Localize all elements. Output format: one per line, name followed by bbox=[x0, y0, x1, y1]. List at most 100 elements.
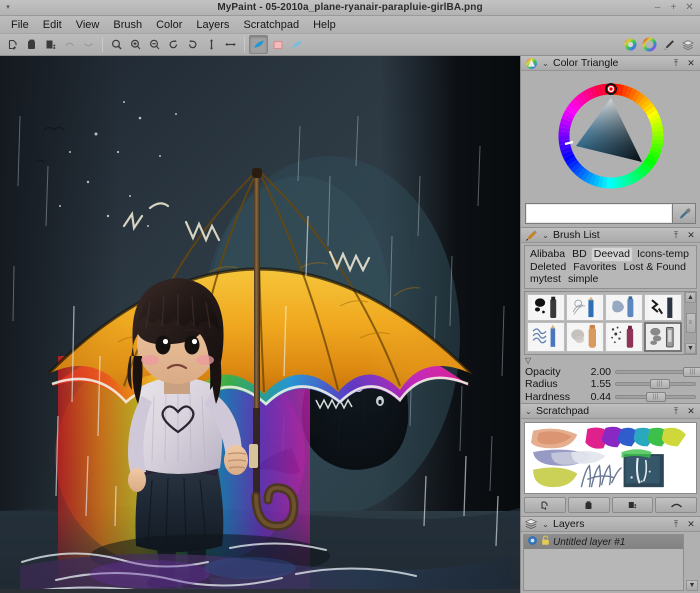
mirror-vertical-icon[interactable] bbox=[202, 35, 221, 54]
collapse-caret-icon[interactable]: ⌄ bbox=[524, 407, 533, 416]
slider-opacity[interactable]: Opacity2.00||| bbox=[521, 366, 700, 379]
close-panel-icon[interactable]: ✕ bbox=[685, 406, 697, 417]
brush-category-list[interactable]: Alibaba BD Deevad Icons-temp Deleted Fav… bbox=[524, 245, 697, 289]
color-triangle-svg[interactable] bbox=[552, 77, 670, 195]
eyedropper-icon[interactable] bbox=[672, 203, 696, 224]
redo-icon[interactable] bbox=[79, 35, 98, 54]
blend-eraser-icon[interactable] bbox=[268, 35, 287, 54]
scratchpad-save-button[interactable] bbox=[568, 497, 610, 513]
scratchpad-load-button[interactable] bbox=[524, 497, 566, 513]
color-wheel-widget[interactable] bbox=[521, 71, 700, 201]
layer-list[interactable]: Untitled layer #1 bbox=[523, 534, 684, 591]
float-panel-icon[interactable]: ⤒ bbox=[670, 230, 682, 241]
open-document-icon[interactable] bbox=[22, 35, 41, 54]
artwork-canvas[interactable] bbox=[0, 56, 520, 589]
brush-category-favorites[interactable]: Favorites bbox=[571, 261, 618, 274]
charcoal-brush[interactable] bbox=[644, 294, 682, 322]
layer-row[interactable]: Untitled layer #1 bbox=[524, 535, 683, 549]
float-panel-icon[interactable]: ⤒ bbox=[670, 519, 682, 530]
collapse-caret-icon[interactable]: ⌄ bbox=[541, 231, 550, 240]
smudge-brush[interactable] bbox=[566, 322, 604, 352]
brush-list-header[interactable]: ⌄ Brush List ⤒ ✕ bbox=[521, 228, 700, 243]
brush-category-simple[interactable]: simple bbox=[566, 273, 600, 286]
scroll-up-icon[interactable]: ▲ bbox=[685, 292, 696, 303]
minimize-button[interactable]: – bbox=[653, 0, 662, 16]
float-panel-icon[interactable]: ⤒ bbox=[670, 406, 682, 417]
brush-scrollbar[interactable]: ▲ ≡ ▼ bbox=[684, 292, 696, 354]
brush-grid[interactable] bbox=[525, 292, 684, 354]
color-triangle-header[interactable]: ⌄ Color Triangle ⤒ ✕ bbox=[521, 56, 700, 71]
menu-layers[interactable]: Layers bbox=[189, 16, 236, 34]
blend-normal-icon[interactable] bbox=[249, 35, 268, 54]
zoom-in-icon[interactable] bbox=[126, 35, 145, 54]
brush-category-bd[interactable]: BD bbox=[570, 248, 589, 261]
layer-lock-icon[interactable] bbox=[541, 535, 550, 549]
slider-track-wrap[interactable]: ||| bbox=[615, 379, 696, 389]
soft-charcoal-brush[interactable] bbox=[644, 322, 682, 352]
brush-category-lost-found[interactable]: Lost & Found bbox=[622, 261, 688, 274]
mirror-horizontal-icon[interactable] bbox=[221, 35, 240, 54]
brush-category-mytest[interactable]: mytest bbox=[528, 273, 563, 286]
color-wheel-icon[interactable] bbox=[621, 35, 640, 54]
color-ring-icon[interactable] bbox=[640, 35, 659, 54]
layer-visibility-icon[interactable] bbox=[527, 535, 538, 549]
brush-settings-icon[interactable] bbox=[659, 35, 678, 54]
slider-thumb[interactable]: ||| bbox=[646, 392, 666, 402]
new-document-icon[interactable] bbox=[3, 35, 22, 54]
layers-scrollbar[interactable]: ▼ bbox=[686, 534, 698, 591]
scrollbar-track[interactable]: ≡ bbox=[685, 303, 696, 343]
current-color-swatch[interactable] bbox=[525, 203, 673, 224]
scratchpad-canvas[interactable] bbox=[524, 422, 697, 494]
pencil-sketch-brush[interactable] bbox=[566, 294, 604, 322]
menu-scratchpad[interactable]: Scratchpad bbox=[236, 16, 306, 34]
collapse-caret-icon[interactable]: ⌄ bbox=[541, 520, 550, 529]
zoom-out-icon[interactable] bbox=[145, 35, 164, 54]
rotate-right-icon[interactable] bbox=[183, 35, 202, 54]
slider-track-wrap[interactable]: ||| bbox=[615, 392, 696, 402]
brush-category-alibaba[interactable]: Alibaba bbox=[528, 248, 567, 261]
save-document-icon[interactable] bbox=[41, 35, 60, 54]
slider-radius[interactable]: Radius1.55||| bbox=[521, 378, 700, 391]
maximize-button[interactable]: + bbox=[669, 0, 678, 16]
blue-pencil-brush[interactable] bbox=[527, 322, 565, 352]
slider-value: 0.44 bbox=[581, 391, 611, 403]
scroll-down-icon[interactable]: ▼ bbox=[685, 343, 696, 354]
splatter-brush[interactable] bbox=[605, 322, 643, 352]
slider-grip-icon: ||| bbox=[653, 394, 659, 400]
close-panel-icon[interactable]: ✕ bbox=[685, 230, 697, 241]
scratchpad-revert-button[interactable] bbox=[655, 497, 697, 513]
layers-panel-icon[interactable] bbox=[678, 35, 697, 54]
menu-edit[interactable]: Edit bbox=[36, 16, 69, 34]
collapse-caret-icon[interactable]: ⌄ bbox=[541, 59, 550, 68]
close-panel-icon[interactable]: ✕ bbox=[685, 519, 697, 530]
slider-track-wrap[interactable]: ||| bbox=[615, 367, 696, 377]
scroll-down-icon[interactable]: ▼ bbox=[686, 580, 698, 591]
menu-help[interactable]: Help bbox=[306, 16, 343, 34]
layers-header[interactable]: ⌄ Layers ⤒ ✕ bbox=[521, 517, 700, 532]
slider-thumb[interactable]: ||| bbox=[683, 367, 700, 377]
ink-blob-brush[interactable] bbox=[527, 294, 565, 322]
canvas-area[interactable] bbox=[0, 56, 520, 593]
blend-lock-alpha-icon[interactable] bbox=[287, 35, 306, 54]
scratchpad-header[interactable]: ⌄ Scratchpad ⤒ ✕ bbox=[521, 404, 700, 419]
float-panel-icon[interactable]: ⤒ bbox=[670, 58, 682, 69]
slider-thumb[interactable]: ||| bbox=[650, 379, 670, 389]
scratchpad-copy-button[interactable] bbox=[612, 497, 654, 513]
slider-label: Opacity bbox=[525, 366, 577, 378]
close-panel-icon[interactable]: ✕ bbox=[685, 58, 697, 69]
rotate-left-icon[interactable] bbox=[164, 35, 183, 54]
close-button[interactable]: ✕ bbox=[685, 0, 694, 16]
menu-brush[interactable]: Brush bbox=[106, 16, 149, 34]
menu-file[interactable]: File bbox=[4, 16, 36, 34]
brush-category-deleted[interactable]: Deleted bbox=[528, 261, 568, 274]
slider-hardness[interactable]: Hardness0.44||| bbox=[521, 391, 700, 404]
scrollbar-thumb[interactable]: ≡ bbox=[686, 313, 696, 333]
brush-settings-expander-icon[interactable]: ▽ bbox=[521, 355, 700, 366]
menu-color[interactable]: Color bbox=[149, 16, 189, 34]
undo-icon[interactable] bbox=[60, 35, 79, 54]
watercolor-brush[interactable] bbox=[605, 294, 643, 322]
brush-category-icons-temp[interactable]: Icons-temp bbox=[635, 248, 691, 261]
menu-view[interactable]: View bbox=[69, 16, 107, 34]
zoom-icon[interactable] bbox=[107, 35, 126, 54]
brush-category-deevad[interactable]: Deevad bbox=[592, 248, 632, 261]
